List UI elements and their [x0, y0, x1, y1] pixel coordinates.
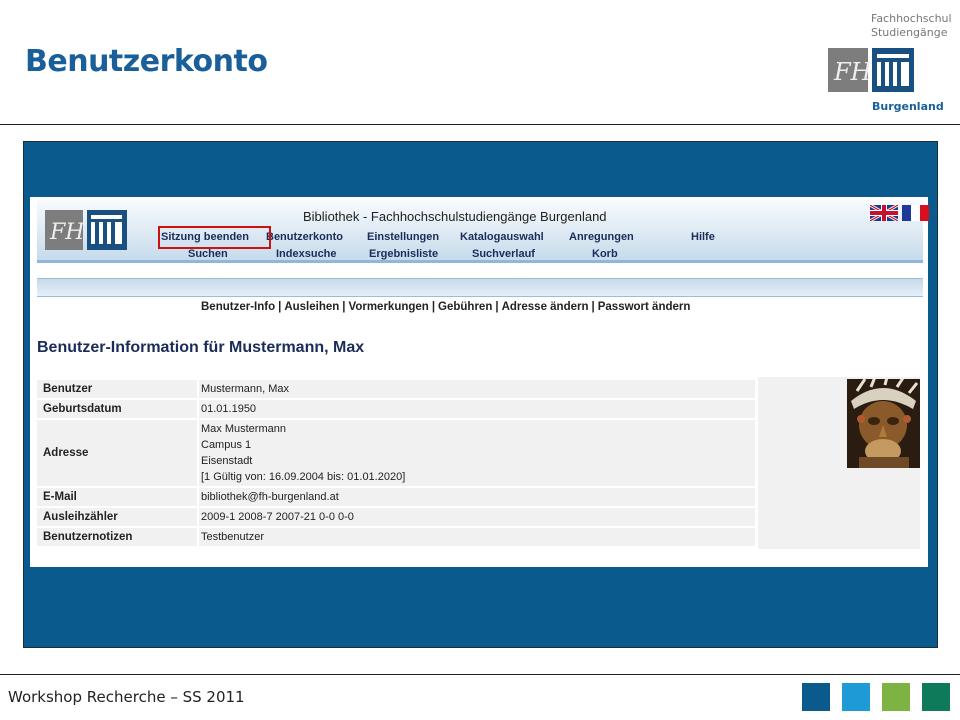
nav-suchen[interactable]: Suchen: [188, 248, 228, 260]
table-row: Benutzernotizen Testbenutzer: [37, 528, 755, 546]
subnav-gebuehren[interactable]: Gebühren: [438, 301, 492, 313]
table-row: Adresse Max Mustermann Campus 1 Eisensta…: [37, 420, 755, 486]
library-title: Bibliothek - Fachhochschulstudiengänge B…: [303, 209, 607, 224]
fh-logo-icon: FH: [828, 48, 914, 92]
subnav-passwort-aendern[interactable]: Passwort ändern: [598, 301, 691, 313]
nav-korb[interactable]: Korb: [592, 248, 618, 260]
logo-line1: Fachhochschul: [871, 12, 952, 25]
deco-square-2: [842, 683, 870, 711]
value-adresse-line4: [1 Gültig von: 16.09.2004 bis: 01.01.202…: [201, 471, 406, 483]
nav-hilfe[interactable]: Hilfe: [691, 231, 715, 243]
footer-divider: [0, 674, 960, 675]
uk-flag-icon[interactable]: [870, 205, 899, 221]
nav-katalogauswahl[interactable]: Katalogauswahl: [460, 231, 544, 243]
label-ausleihzaehler: Ausleihzähler: [43, 511, 118, 523]
table-row: Geburtsdatum 01.01.1950: [37, 400, 755, 418]
table-row: Benutzer Mustermann, Max: [37, 380, 755, 398]
nav-indexsuche[interactable]: Indexsuche: [276, 248, 337, 260]
user-info-heading: Benutzer-Information für Mustermann, Max: [37, 339, 365, 356]
svg-text:FH: FH: [833, 58, 873, 86]
subnav-adresse-aendern[interactable]: Adresse ändern: [502, 301, 589, 313]
nav-benutzerkonto[interactable]: Benutzerkonto: [266, 231, 343, 243]
logo-bottom: Burgenland: [872, 100, 944, 113]
value-adresse-line3: Eisenstadt: [201, 455, 253, 467]
deco-square-3: [882, 683, 910, 711]
nav-strip: [37, 260, 923, 263]
logo-line2: Studiengänge: [871, 26, 948, 39]
value-email[interactable]: bibliothek@fh-burgenland.at: [201, 491, 339, 503]
opac-screenshot: FH Bibliothek - Fachhochschulstudiengäng…: [30, 197, 929, 567]
nav-anregungen[interactable]: Anregungen: [569, 231, 634, 243]
value-adresse-line1: Max Mustermann: [201, 423, 286, 435]
value-ausleihzaehler: 2009-1 2008-7 2007-21 0-0 0-0: [201, 511, 354, 523]
account-subnav: Benutzer-Info | Ausleihen | Vormerkungen | Geb…: [201, 301, 691, 313]
subnav-ausleihen[interactable]: Ausleihen: [284, 301, 339, 313]
label-benutzernotizen: Benutzernotizen: [43, 531, 133, 543]
fr-flag-icon[interactable]: [902, 205, 929, 221]
subnav-vormerkungen[interactable]: Vormerkungen: [349, 301, 429, 313]
opac-logo-icon: FH: [45, 210, 127, 250]
user-photo: [847, 379, 920, 468]
table-row: E-Mail bibliothek@fh-burgenland.at: [37, 488, 755, 506]
toolbar-bar: [37, 278, 923, 297]
subnav-benutzer-info[interactable]: Benutzer-Info: [201, 301, 275, 313]
label-adresse: Adresse: [43, 447, 89, 459]
nav-suchverlauf[interactable]: Suchverlauf: [472, 248, 535, 260]
flags: [870, 205, 929, 221]
opac-header: FH Bibliothek - Fachhochschulstudiengäng…: [37, 200, 929, 260]
logo-caption: Fachhochschul Studiengänge: [871, 12, 952, 40]
header-divider: [0, 124, 960, 125]
deco-square-4: [922, 683, 950, 711]
highlight-box: [158, 226, 271, 249]
slide-title: Benutzerkonto: [25, 44, 268, 79]
value-benutzernotizen: Testbenutzer: [201, 531, 264, 543]
table-row: Ausleihzähler 2009-1 2008-7 2007-21 0-0 …: [37, 508, 755, 526]
nav-einstellungen[interactable]: Einstellungen: [367, 231, 439, 243]
deco-square-1: [802, 683, 830, 711]
value-geburtsdatum: 01.01.1950: [201, 403, 257, 415]
label-benutzer: Benutzer: [43, 383, 93, 395]
footer-text: Workshop Recherche – SS 2011: [8, 688, 245, 706]
nav-ergebnisliste[interactable]: Ergebnisliste: [369, 248, 438, 260]
label-geburtsdatum: Geburtsdatum: [43, 403, 122, 415]
svg-text:FH: FH: [49, 220, 85, 245]
photo-cell: [758, 377, 920, 549]
value-benutzer: Mustermann, Max: [201, 383, 290, 395]
label-email: E-Mail: [43, 491, 77, 503]
value-adresse-line2: Campus 1: [201, 439, 252, 451]
